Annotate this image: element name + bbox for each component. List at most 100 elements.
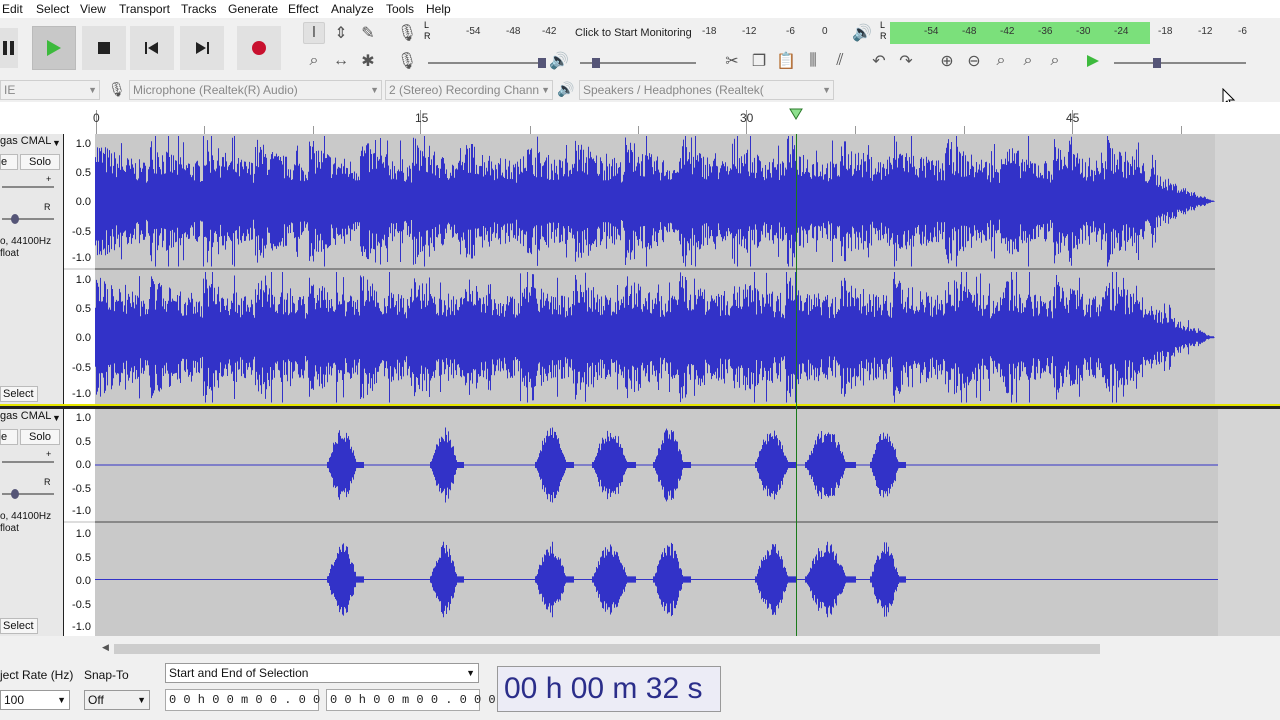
menu-tools[interactable]: Tools — [386, 2, 414, 16]
silence-button[interactable]: ⫽ — [829, 50, 851, 72]
play-speed-thumb[interactable] — [1153, 58, 1161, 68]
zoom-in-button[interactable]: ⊕ — [936, 50, 958, 72]
record-meter-tick: -54 — [466, 26, 481, 37]
pan-slider[interactable] — [2, 218, 54, 220]
pan-thumb[interactable] — [11, 489, 19, 499]
paste-button[interactable]: 📋 — [775, 50, 797, 72]
skip-to-start-icon — [145, 42, 158, 54]
redo-button[interactable]: ↷ — [895, 50, 917, 72]
menu-view[interactable]: View — [80, 2, 106, 16]
fit-project-button[interactable]: ⌕ — [1017, 50, 1039, 72]
timeline-ruler[interactable]: 0 15 30 45 — [0, 102, 1280, 134]
menu-tracks[interactable]: Tracks — [181, 2, 217, 16]
amplitude-scale[interactable]: 1.0 0.5 0.0 -0.5 -1.0 — [64, 409, 95, 521]
record-volume-slider[interactable] — [428, 62, 544, 64]
mute-button[interactable]: e — [0, 429, 18, 445]
record-meter-tick: -6 — [786, 26, 795, 37]
envelope-tool-button[interactable]: ⇕ — [330, 22, 352, 44]
stop-button[interactable] — [82, 26, 126, 70]
undo-icon: ↶ — [872, 53, 886, 70]
record-icon — [252, 41, 266, 55]
zoom-toggle-button[interactable]: ⌕ — [1044, 50, 1066, 72]
record-meter-button[interactable]: 🎙 — [396, 22, 418, 44]
menu-select[interactable]: Select — [36, 2, 69, 16]
copy-button[interactable]: ❐ — [748, 50, 770, 72]
pan-slider[interactable] — [2, 493, 54, 495]
waveform-channel-left[interactable] — [95, 134, 1215, 268]
solo-button[interactable]: Solo — [20, 154, 60, 170]
play-at-speed-icon — [1087, 55, 1099, 67]
scroll-left-arrow-icon[interactable]: ◀ — [102, 642, 109, 653]
zoom-tool-button[interactable]: ⌕ — [303, 50, 325, 72]
select-track-button[interactable]: Select — [0, 618, 38, 634]
gain-slider[interactable] — [2, 186, 54, 188]
menu-effect[interactable]: Effect — [288, 2, 318, 16]
selection-tool-button[interactable]: I — [303, 22, 325, 44]
zoom-out-button[interactable]: ⊖ — [963, 50, 985, 72]
select-track-button[interactable]: Select — [0, 386, 38, 402]
amplitude-scale[interactable]: 1.0 0.5 0.0 -0.5 -1.0 — [64, 270, 95, 404]
menu-analyze[interactable]: Analyze — [331, 2, 374, 16]
track-menu-chevron-icon[interactable]: ▼ — [52, 138, 61, 148]
amplitude-scale[interactable]: 1.0 0.5 0.0 -0.5 -1.0 — [64, 523, 95, 636]
track-name[interactable]: gas CMAL — [0, 135, 51, 147]
menu-edit[interactable]: Edit — [2, 2, 23, 16]
selection-mode-select[interactable]: Start and End of Selection ▼ — [165, 663, 479, 683]
playback-meter[interactable]: -54 -48 -42 -36 -30 -24 -18 -12 -6 — [890, 26, 1270, 48]
horizontal-scrollbar[interactable]: ◀ — [0, 636, 1280, 660]
menu-generate[interactable]: Generate — [228, 2, 278, 16]
recording-channels-select[interactable]: 2 (Stereo) Recording Chann ▼ — [385, 80, 553, 100]
record-meter-tick: -18 — [702, 26, 717, 37]
scale-label: 0.5 — [75, 303, 91, 315]
audio-position-display[interactable]: 00 h 00 m 32 s — [497, 666, 721, 712]
skip-to-start-button[interactable] — [130, 26, 174, 70]
scale-label: 0.0 — [75, 196, 91, 208]
menu-transport[interactable]: Transport — [119, 2, 170, 16]
solo-button[interactable]: Solo — [20, 429, 60, 445]
playback-meter-button[interactable]: 🔊 — [851, 22, 873, 44]
recording-device-select[interactable]: Microphone (Realtek(R) Audio) ▼ — [129, 80, 382, 100]
snap-to-value: Off — [88, 693, 104, 707]
selection-start-time[interactable]: 0 0 h 0 0 m 0 0 . 0 0 0 s — [165, 689, 349, 711]
track-control-panel[interactable]: gas CMAL ▼ e Solo + R o, 44100Hz float S… — [0, 409, 64, 636]
record-volume-thumb[interactable] — [538, 58, 546, 68]
selection-end-time[interactable]: 0 0 h 0 0 m 0 0 . 0 0 0 s — [326, 689, 510, 711]
multi-tool-button[interactable]: ✱ — [357, 50, 379, 72]
waveform-channel-right[interactable] — [95, 523, 1218, 636]
track-control-panel[interactable]: gas CMAL ▼ e Solo + R o, 44100Hz float S… — [0, 134, 64, 404]
playback-device-select[interactable]: Speakers / Headphones (Realtek(▼ — [579, 80, 834, 100]
waveform-channel-left[interactable] — [95, 409, 1218, 521]
pan-thumb[interactable] — [11, 214, 19, 224]
pause-button[interactable] — [0, 28, 18, 68]
stop-icon — [98, 42, 110, 54]
play-speed-slider[interactable] — [1114, 62, 1246, 64]
trim-button[interactable]: ⫼ — [802, 50, 824, 72]
play-position-line — [796, 134, 797, 636]
project-rate-select[interactable]: 100 ▼ — [0, 690, 70, 710]
menu-help[interactable]: Help — [426, 2, 451, 16]
play-button[interactable] — [32, 26, 76, 70]
play-meter-tick: -30 — [1076, 26, 1091, 37]
track-name[interactable]: gas CMAL — [0, 410, 51, 422]
playback-volume-thumb[interactable] — [592, 58, 600, 68]
cut-button[interactable]: ✂ — [721, 50, 743, 72]
gain-slider[interactable] — [2, 461, 54, 463]
play-head-marker-icon[interactable] — [789, 108, 803, 120]
timeshift-tool-button[interactable]: ↔ — [330, 50, 352, 72]
fit-selection-button[interactable]: ⌕ — [990, 50, 1012, 72]
audio-host-select[interactable]: IE ▼ — [0, 80, 100, 100]
draw-tool-button[interactable]: ✎ — [357, 22, 379, 44]
snap-to-select[interactable]: Off ▼ — [84, 690, 150, 710]
amplitude-scale[interactable]: 1.0 0.5 0.0 -0.5 -1.0 — [64, 134, 95, 268]
mute-button[interactable]: e — [0, 154, 18, 170]
play-at-speed-button[interactable] — [1082, 50, 1104, 72]
undo-button[interactable]: ↶ — [868, 50, 890, 72]
record-button[interactable] — [237, 26, 281, 70]
ruler-tick — [1181, 126, 1182, 134]
skip-to-end-button[interactable] — [180, 26, 224, 70]
waveform-channel-right[interactable] — [95, 270, 1215, 404]
scrollbar-thumb[interactable] — [114, 644, 1100, 654]
track-menu-chevron-icon[interactable]: ▼ — [52, 413, 61, 423]
envelope-icon: ⇕ — [334, 25, 348, 42]
record-meter[interactable]: -54 -48 -42 Click to Start Monitoring -1… — [426, 26, 836, 48]
